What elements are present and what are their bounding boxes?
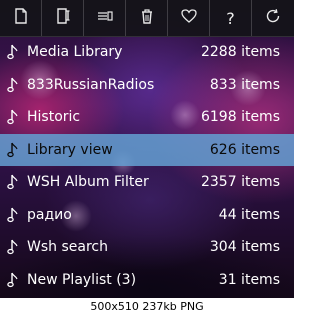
toolbar: ?	[0, 0, 294, 37]
playlist-row-media-library[interactable]: Media Library 2288 items	[0, 36, 294, 69]
playlist-count: 626 items	[209, 141, 280, 158]
playlist-count: 31 items	[218, 271, 280, 288]
playlist-row-wsh-album-filter[interactable]: WSH Album Filter 2357 items	[0, 166, 294, 199]
rename-playlist-button[interactable]	[42, 0, 84, 36]
help-icon: ?	[226, 8, 235, 28]
playlist-name: Historic	[27, 109, 81, 126]
playlist-row-wsh-search[interactable]: Wsh search 304 items	[0, 231, 294, 264]
playlist-name: Wsh search	[27, 239, 108, 256]
playlist-count: 2288 items	[200, 44, 280, 61]
refresh-button[interactable]	[252, 0, 294, 36]
favorite-button[interactable]	[168, 0, 210, 36]
music-note-icon	[7, 108, 21, 126]
playlist-row-library-view[interactable]: Library view 626 items	[0, 133, 294, 166]
playlist-name: 833RussianRadios	[27, 76, 155, 93]
refresh-icon	[264, 7, 282, 29]
music-note-icon	[7, 173, 21, 191]
playlist-name: WSH Album Filter	[27, 174, 149, 191]
playlist-row-historic[interactable]: Historic 6198 items	[0, 101, 294, 134]
playlist-panel: ? Media Library 2288 items 833RussianRad…	[0, 0, 294, 298]
filter-icon	[96, 7, 114, 29]
help-button[interactable]: ?	[210, 0, 252, 36]
playlist-name: радио	[27, 206, 72, 223]
music-note-icon	[7, 206, 21, 224]
playlist-list: Media Library 2288 items 833RussianRadio…	[0, 36, 294, 296]
playlist-row-833russianradios[interactable]: 833RussianRadios 833 items	[0, 69, 294, 102]
image-caption: 500x510 237kb PNG	[90, 300, 204, 313]
playlist-count: 833 items	[209, 76, 280, 93]
filter-button[interactable]	[84, 0, 126, 36]
heart-icon	[180, 7, 198, 29]
playlist-name: Library view	[27, 141, 113, 158]
music-note-icon	[7, 238, 21, 256]
rename-file-icon	[54, 7, 72, 29]
playlist-count: 304 items	[209, 239, 280, 256]
music-note-icon	[7, 141, 21, 159]
playlist-row-radio[interactable]: радио 44 items	[0, 199, 294, 232]
new-playlist-button[interactable]	[0, 0, 42, 36]
playlist-count: 2357 items	[200, 174, 280, 191]
playlist-name: New Playlist (3)	[27, 271, 137, 288]
new-file-icon	[12, 7, 30, 29]
trash-icon	[138, 7, 156, 29]
playlist-count: 6198 items	[200, 109, 280, 126]
delete-button[interactable]	[126, 0, 168, 36]
playlist-row-new-playlist-3[interactable]: New Playlist (3) 31 items	[0, 264, 294, 297]
playlist-name: Media Library	[27, 44, 123, 61]
music-note-icon	[7, 76, 21, 94]
music-note-icon	[7, 43, 21, 61]
playlist-count: 44 items	[218, 206, 280, 223]
music-note-icon	[7, 271, 21, 289]
